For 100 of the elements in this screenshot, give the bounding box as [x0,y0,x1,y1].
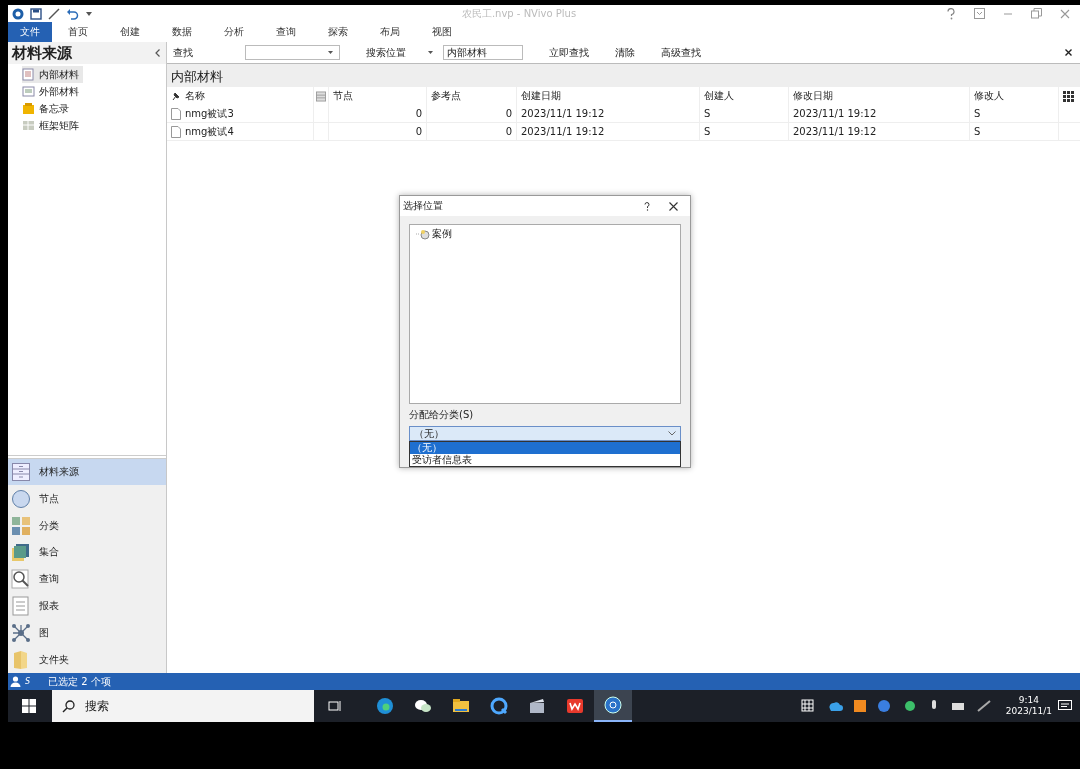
table-cell: 0 [415,108,422,119]
restore-icon [1031,8,1042,19]
close-icon [1065,49,1072,56]
ribbon-display-icon [974,8,985,19]
tree-item[interactable]: 备忘录 [22,100,73,117]
tree-item[interactable]: 案例 [416,227,452,241]
taskbar-app-button[interactable] [594,690,632,722]
column-header[interactable]: 修改日期 [789,87,970,105]
tree-item[interactable]: 外部材料 [22,83,83,100]
navigation-button[interactable]: 报表 [8,592,166,620]
chevron-left-icon [155,49,160,57]
search-in-button[interactable]: 搜索位置 [340,45,406,60]
find-bar-button[interactable]: 立即查找 [523,45,589,60]
pin-icon [171,91,181,101]
chevron-icon [668,431,676,436]
ribbon-tab[interactable]: 分析 [208,22,260,42]
magnifier-icon [11,569,31,590]
column-header[interactable]: 节点 [329,87,427,105]
table-cell: 2023/11/1 19:12 [521,126,605,137]
save-icon [30,7,42,20]
table-cell: S [974,108,981,119]
navigation-button[interactable]: 分类 [8,512,166,539]
table-cell: 0 [505,108,512,119]
pen-icon [48,7,60,20]
close-icon [668,201,678,211]
column-header[interactable]: 参考点 [427,87,517,105]
dialog-title: 选择位置 [403,199,444,213]
circle-icon [11,488,31,509]
ribbon-tab[interactable]: 首页 [52,22,104,42]
classification-dropdown[interactable]: （无） [409,426,681,441]
caret-icon [428,51,433,54]
user-label: S [25,677,31,686]
field-label: 分配给分类(S) [409,408,475,422]
navigation-button[interactable]: 集合 [8,539,166,566]
ribbon-tab[interactable]: 数据 [156,22,208,42]
list-title: 内部材料 [167,64,1080,87]
ribbon-tab[interactable]: 文件 [8,22,52,42]
table-cell: 2023/11/1 19:12 [521,108,605,119]
table-cell: 0 [505,126,512,137]
close-find-button[interactable] [1065,49,1072,56]
user-icon [10,676,21,687]
close-icon [1060,8,1070,19]
ribbon-tab[interactable]: 查询 [260,22,312,42]
table-cell: S [704,108,711,119]
ribbon-tab[interactable]: 探索 [312,22,364,42]
table-cell: nmg被试3 [185,106,234,121]
table-cell: 2023/11/1 19:12 [793,108,877,119]
panel-title: 材料来源 [12,43,72,63]
sources-icon [11,462,31,482]
wps-icon [565,696,585,716]
network-icon [11,622,31,643]
table-cell: 0 [415,126,422,137]
grid-icon [11,515,31,536]
status-text: 已选定 2 个项 [48,674,111,689]
notification-icon [1058,700,1072,712]
column-header[interactable]: 名称 [167,87,314,105]
column-header[interactable]: 创建日期 [517,87,700,105]
dropdown-option[interactable]: （无） [410,442,680,454]
tree-item[interactable]: 框架矩阵 [22,117,83,134]
caret-icon [86,11,92,16]
undo-icon [66,7,80,20]
clapper-icon [527,696,547,716]
ribbon-tab[interactable]: 视图 [416,22,468,42]
clock-time: 9:14 [1018,695,1040,706]
nvivo-icon [603,695,623,715]
q-ring-icon [489,696,509,716]
tree-item[interactable]: 内部材料 [22,66,83,83]
table-cell: nmg被试4 [185,124,234,139]
find-bar-button[interactable]: 高级查找 [635,45,701,60]
navigation-button[interactable]: 图 [8,619,166,647]
caret-icon [328,51,333,54]
table-cell: 2023/11/1 19:12 [793,126,877,137]
search-icon [62,699,75,713]
collapse-button[interactable] [153,49,162,57]
navigation-button[interactable]: 文件夹 [8,646,166,673]
search-location-field[interactable]: 内部材料 [443,45,523,60]
column-icon [316,90,326,102]
taskbar-search-field[interactable]: 搜索 [52,690,314,722]
stacked-squares-icon [11,542,31,563]
help-icon [946,7,956,20]
table-cell: S [974,126,981,137]
find-bar-button[interactable]: 清除 [589,45,635,60]
dropdown-option[interactable]: 受访者信息表 [410,454,680,466]
windows-start-icon [22,699,36,713]
window-title: 农民工.nvp - NVivo Plus [460,6,578,21]
edge-icon [375,696,395,716]
navigation-button[interactable]: 查询 [8,565,166,593]
navigation-button[interactable]: 节点 [8,485,166,513]
task-view-icon [328,700,342,712]
case-icon [416,228,430,240]
table-cell: S [704,126,711,137]
ribbon-tab[interactable]: 创建 [104,22,156,42]
report-icon [11,596,31,616]
column-chooser-icon [1063,90,1074,102]
column-header[interactable]: 创建人 [700,87,789,105]
navigation-button[interactable]: 材料来源 [8,458,166,486]
ribbon-tab[interactable]: 布局 [364,22,416,42]
help-icon [644,201,650,211]
column-header[interactable]: 修改人 [970,87,1059,105]
find-label: 查找 [173,45,194,60]
